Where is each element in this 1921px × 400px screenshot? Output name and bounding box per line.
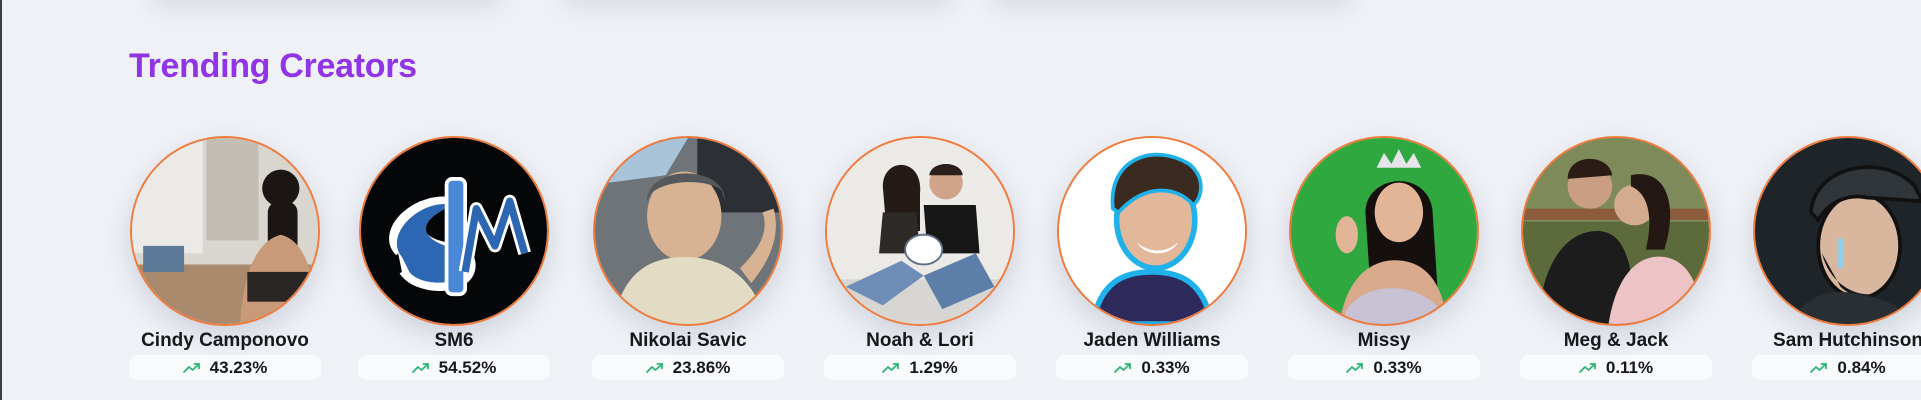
creator-avatar[interactable]: [1057, 136, 1247, 326]
trending-up-icon: [1578, 362, 1596, 373]
creator-card[interactable]: Noah & Lori 1.29%: [824, 133, 1016, 381]
growth-value: 0.11%: [1605, 357, 1654, 377]
growth-badge: 23.86%: [592, 355, 784, 380]
growth-badge: 54.52%: [358, 355, 550, 380]
creator-avatar[interactable]: [1289, 136, 1479, 326]
creator-avatar[interactable]: [1753, 136, 1921, 326]
trending-up-icon: [1810, 362, 1828, 373]
creator-name[interactable]: Noah & Lori: [804, 330, 1036, 352]
trending-up-icon: [645, 362, 663, 373]
growth-value: 1.29%: [909, 357, 958, 377]
creator-avatar[interactable]: [359, 136, 549, 326]
growth-badge: 0.33%: [1288, 355, 1480, 380]
growth-value: 54.52%: [438, 357, 497, 377]
creator-card[interactable]: Nikolai Savic 23.86%: [592, 133, 784, 381]
trending-up-icon: [882, 362, 900, 373]
creator-card[interactable]: Jaden Williams 0.33%: [1056, 133, 1248, 381]
growth-badge: 0.84%: [1752, 355, 1921, 380]
creator-avatar[interactable]: [1521, 136, 1711, 326]
creator-avatar[interactable]: [593, 136, 783, 326]
growth-value: 23.86%: [672, 357, 731, 377]
creator-name[interactable]: Missy: [1268, 330, 1500, 352]
creator-card[interactable]: Meg & Jack 0.11%: [1520, 133, 1712, 381]
trending-up-icon: [1346, 362, 1364, 373]
trending-up-icon: [411, 362, 429, 373]
creator-card[interactable]: Cindy Camponovo 43.23%: [129, 133, 321, 381]
growth-badge: 0.33%: [1056, 355, 1248, 380]
creator-card[interactable]: Sam Hutchinson 0.84%: [1752, 133, 1921, 381]
growth-badge: 0.11%: [1520, 355, 1712, 380]
trending-up-icon: [182, 362, 200, 373]
creator-name[interactable]: SM6: [338, 330, 570, 352]
creator-avatar[interactable]: [825, 136, 1015, 326]
growth-value: 0.33%: [1373, 357, 1422, 377]
growth-value: 43.23%: [209, 357, 268, 377]
creator-carousel: Cindy Camponovo 43.23% SM6 54.52% Nikola…: [0, 0, 1921, 400]
growth-badge: 1.29%: [824, 355, 1016, 380]
growth-badge: 43.23%: [129, 355, 321, 380]
trending-up-icon: [1114, 362, 1132, 373]
creator-name[interactable]: Nikolai Savic: [572, 330, 804, 352]
creator-card[interactable]: SM6 54.52%: [358, 133, 550, 381]
growth-value: 0.33%: [1141, 357, 1190, 377]
growth-value: 0.84%: [1837, 357, 1886, 377]
creator-name[interactable]: Cindy Camponovo: [109, 330, 341, 352]
creator-name[interactable]: Jaden Williams: [1036, 330, 1268, 352]
creator-card[interactable]: Missy 0.33%: [1288, 133, 1480, 381]
creator-avatar[interactable]: [130, 136, 320, 326]
creator-name[interactable]: Sam Hutchinson: [1732, 330, 1921, 352]
creator-name[interactable]: Meg & Jack: [1500, 330, 1732, 352]
